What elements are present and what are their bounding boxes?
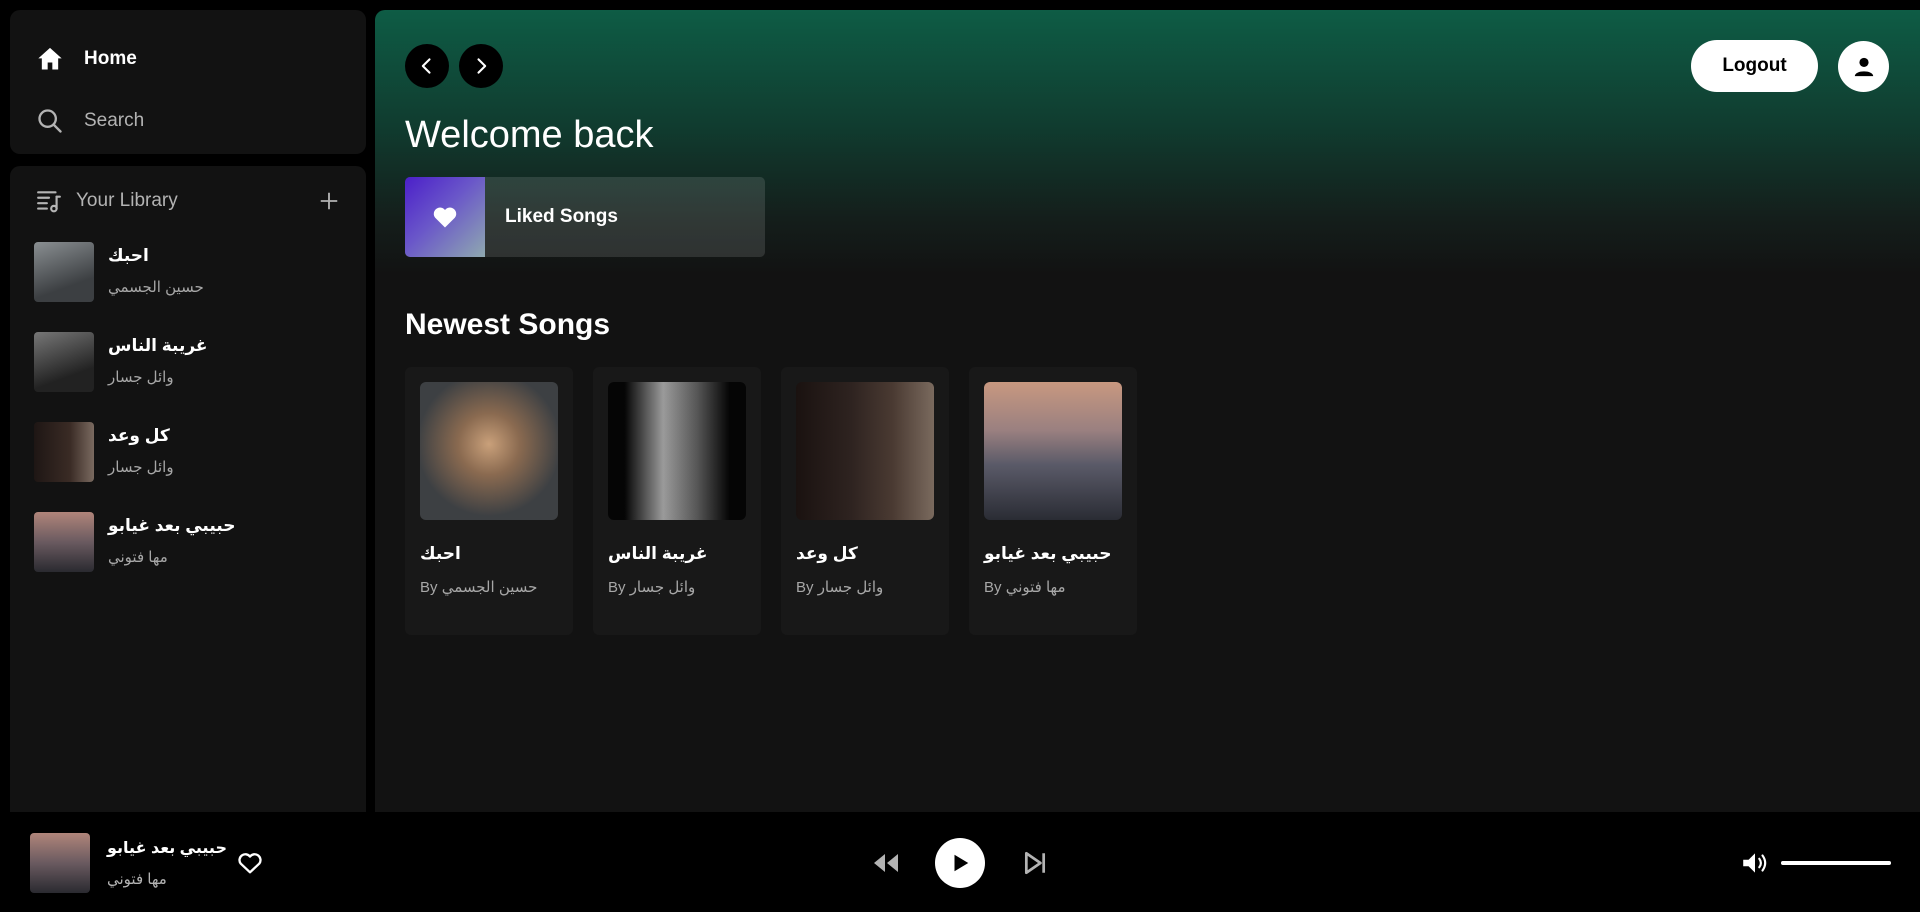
plus-icon: [320, 192, 338, 210]
library-item-artist: حسين الجسمي: [108, 279, 204, 296]
play-icon: [954, 854, 969, 872]
library-item-artist: وائل جسار: [108, 369, 174, 386]
nav-home[interactable]: Home: [10, 32, 366, 86]
song-name: احبك: [420, 544, 461, 563]
library-list: احبك حسين الجسمي غريبة الناس وائل جسار ك…: [10, 236, 366, 602]
heart-icon: [238, 853, 262, 874]
volume-slider[interactable]: [1781, 861, 1891, 865]
volume-button[interactable]: [1740, 850, 1770, 881]
now-playing-artist: مها فتوني: [107, 871, 167, 888]
now-playing-title: حبيبي بعد غيابو: [107, 840, 227, 857]
nav-search-label: Search: [84, 110, 145, 131]
song-card[interactable]: حبيبي بعد غيابو By مها فتوني: [969, 367, 1137, 635]
song-artist: By حسين الجسمي: [420, 579, 538, 596]
profile-button[interactable]: [1838, 41, 1889, 92]
library-item-cover: [34, 422, 94, 482]
song-name: كل وعد: [796, 544, 858, 563]
next-icon: [1024, 851, 1046, 875]
play-button[interactable]: [935, 838, 985, 888]
liked-songs-cover: [405, 177, 485, 257]
newest-songs-list: احبك By حسين الجسمي غريبة الناس By وائل …: [405, 367, 1137, 635]
search-icon: [36, 107, 84, 135]
nav-home-label: Home: [84, 48, 137, 69]
song-card[interactable]: غريبة الناس By وائل جسار: [593, 367, 761, 635]
library-item-name: حبيبي بعد غيابو: [108, 516, 236, 535]
next-button[interactable]: [1022, 850, 1048, 881]
nav-search[interactable]: Search: [10, 94, 366, 148]
library-item-name: احبك: [108, 246, 149, 265]
sidebar-nav: Home Search: [10, 10, 366, 154]
library-item-artist: مها فتوني: [108, 549, 168, 566]
forward-button[interactable]: [459, 44, 503, 88]
previous-icon: [874, 854, 898, 872]
song-artist: By وائل جسار: [608, 579, 696, 596]
home-icon: [36, 45, 84, 73]
library-item[interactable]: حبيبي بعد غيابو مها فتوني: [34, 512, 366, 602]
heart-icon: [433, 207, 457, 228]
library-item[interactable]: احبك حسين الجسمي: [34, 242, 366, 332]
library-panel: Your Library احبك حسين الجسمي غريبة النا…: [10, 166, 366, 812]
library-title[interactable]: Your Library: [76, 190, 178, 212]
newest-songs-title: Newest Songs: [405, 308, 611, 341]
previous-button[interactable]: [871, 850, 901, 881]
library-item-cover: [34, 242, 94, 302]
song-name: حبيبي بعد غيابو: [984, 544, 1112, 563]
liked-songs-label: Liked Songs: [505, 206, 618, 227]
library-item-name: غريبة الناس: [108, 336, 208, 355]
library-item[interactable]: كل وعد وائل جسار: [34, 422, 366, 512]
liked-songs-card[interactable]: Liked Songs: [405, 177, 765, 257]
volume-icon: [1743, 853, 1767, 873]
song-artist: By مها فتوني: [984, 579, 1066, 596]
chevron-left-icon: [421, 58, 431, 74]
library-item[interactable]: غريبة الناس وائل جسار: [34, 332, 366, 422]
chevron-right-icon: [477, 58, 487, 74]
song-cover: [796, 382, 934, 520]
logout-button[interactable]: Logout: [1691, 40, 1818, 92]
main-content: Logout Welcome back Liked Songs Newest S…: [375, 10, 1920, 812]
add-playlist-button[interactable]: [316, 188, 342, 214]
library-item-cover: [34, 332, 94, 392]
page-title: Welcome back: [405, 114, 654, 156]
song-card[interactable]: كل وعد By وائل جسار: [781, 367, 949, 635]
song-cover: [984, 382, 1122, 520]
song-name: غريبة الناس: [608, 544, 708, 563]
library-item-artist: وائل جسار: [108, 459, 174, 476]
song-artist: By وائل جسار: [796, 579, 884, 596]
library-item-name: كل وعد: [108, 426, 170, 445]
back-button[interactable]: [405, 44, 449, 88]
volume-level: [1781, 861, 1891, 865]
library-header: Your Library: [10, 166, 366, 236]
library-item-cover: [34, 512, 94, 572]
song-cover: [608, 382, 746, 520]
song-card[interactable]: احبك By حسين الجسمي: [405, 367, 573, 635]
library-icon[interactable]: [36, 188, 62, 214]
now-playing-cover: [30, 833, 90, 893]
player-bar: حبيبي بعد غيابو مها فتوني: [0, 812, 1920, 912]
user-icon: [1854, 57, 1873, 76]
like-button[interactable]: [236, 849, 264, 882]
song-cover: [420, 382, 558, 520]
